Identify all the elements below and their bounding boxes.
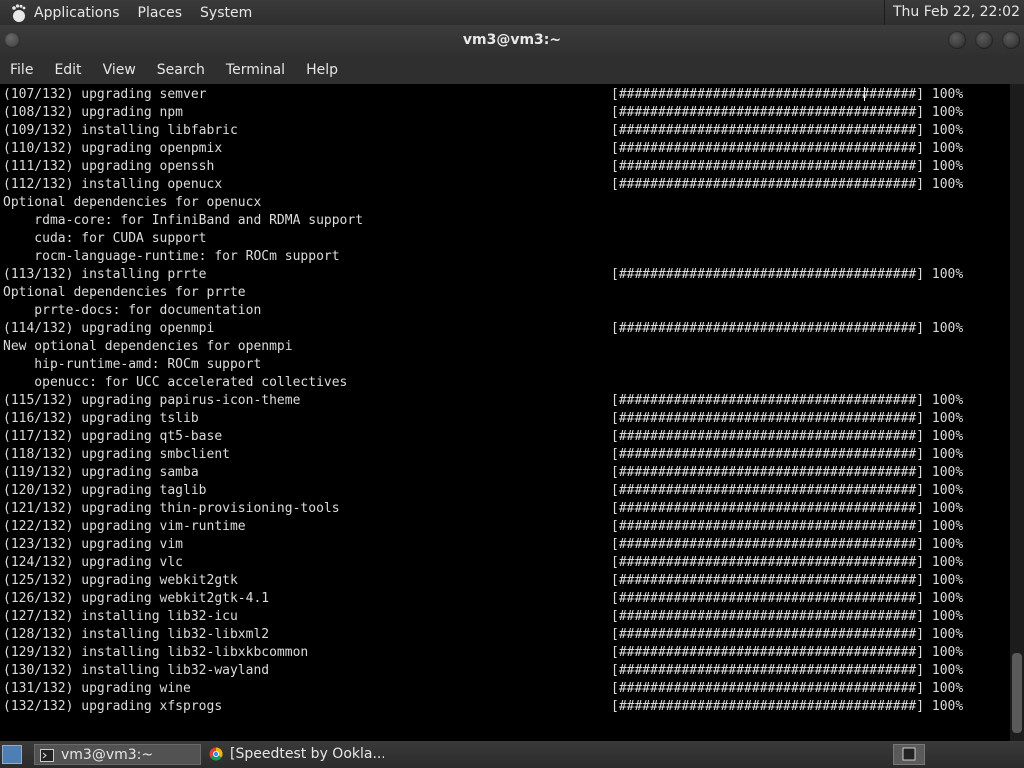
terminal-line: (108/132) upgrading npm [3,105,184,120]
progress-bar-text: [######################################]… [611,267,964,282]
terminal-line: New optional dependencies for openmpi [3,339,293,354]
minimize-button[interactable] [948,31,966,49]
terminal-icon [40,748,54,762]
progress-bar-text: [######################################]… [611,663,964,678]
terminal-line: (110/132) upgrading openpmix [3,141,223,156]
progress-bar-text: [######################################]… [611,591,964,606]
menu-help[interactable]: Help [306,62,338,78]
menu-file[interactable]: File [10,62,33,78]
progress-bar-text: [######################################]… [611,87,964,102]
terminal-line: (107/132) upgrading semver [3,87,207,102]
clock[interactable]: Thu Feb 22, 22:02 [883,0,1020,25]
terminal-line: (116/132) upgrading tslib [3,411,199,426]
bottom-taskbar: vm3@vm3:~ [Speedtest by Ookla... [0,741,1024,768]
window-titlebar[interactable]: vm3@vm3:~ [0,25,1024,55]
terminal-line: (119/132) upgrading samba [3,465,199,480]
task-label: [Speedtest by Ookla... [230,746,384,762]
terminal-line: prrte-docs: for documentation [3,303,262,318]
places-menu[interactable]: Places [138,5,183,21]
menu-view[interactable]: View [103,62,136,78]
task-terminal[interactable]: vm3@vm3:~ [34,744,201,765]
close-button[interactable] [1002,31,1020,49]
terminal-output[interactable]: (107/132) upgrading semver [#############… [0,84,1010,741]
system-menu[interactable]: System [200,5,252,21]
window-title: vm3@vm3:~ [462,32,562,48]
chrome-icon [209,747,223,761]
progress-bar-text: [######################################]… [611,627,964,642]
menu-search[interactable]: Search [157,62,205,78]
terminal-line: (117/132) upgrading qt5-base [3,429,223,444]
task-browser[interactable]: [Speedtest by Ookla... [204,744,384,765]
terminal-line: (122/132) upgrading vim-runtime [3,519,246,534]
terminal-line: (124/132) upgrading vlc [3,555,184,570]
terminal-line: (128/132) installing lib32-libxml2 [3,627,270,642]
terminal-line: (126/132) upgrading webkit2gtk-4.1 [3,591,270,606]
terminal-line: (111/132) upgrading openssh [3,159,215,174]
terminal-line: (112/132) installing openucx [3,177,223,192]
terminal-line: openucc: for UCC accelerated collectives [3,375,348,390]
maximize-button[interactable] [975,31,993,49]
terminal-line: (130/132) installing lib32-wayland [3,663,270,678]
progress-bar-text: [######################################]… [611,429,964,444]
terminal-line: (121/132) upgrading thin-provisioning-to… [3,501,340,516]
progress-bar-text: [######################################]… [611,555,964,570]
terminal-line: (115/132) upgrading papirus-icon-theme [3,393,301,408]
progress-bar-text: [######################################]… [611,447,964,462]
progress-bar-text: [######################################]… [611,465,964,480]
show-desktop-icon[interactable] [2,745,22,764]
progress-bar-text: [######################################]… [611,123,964,138]
progress-bar-text: [######################################]… [611,177,964,192]
terminal-line: rdma-core: for InfiniBand and RDMA suppo… [3,213,364,228]
terminal-line: Optional dependencies for openucx [3,195,262,210]
terminal-line: (132/132) upgrading xfsprogs [3,699,223,714]
terminal-line: (129/132) installing lib32-libxkbcommon [3,645,309,660]
scrollbar-thumb[interactable] [1012,653,1022,733]
terminal-line: Optional dependencies for prrte [3,285,246,300]
applications-menu[interactable]: Applications [34,5,120,21]
task-label: vm3@vm3:~ [61,747,154,763]
progress-bar-text: [######################################]… [611,699,964,714]
progress-bar-text: [######################################]… [611,537,964,552]
menu-edit[interactable]: Edit [54,62,81,78]
progress-bar-text: [######################################]… [611,105,964,120]
terminal-line: (125/132) upgrading webkit2gtk [3,573,238,588]
gnome-foot-icon[interactable] [8,3,28,23]
workspace-switcher-icon[interactable] [893,744,925,765]
progress-bar-text: [######################################]… [611,159,964,174]
terminal-line: cuda: for CUDA support [3,231,207,246]
progress-bar-text: [######################################]… [611,573,964,588]
terminal-menubar: File Edit View Search Terminal Help [0,55,1024,84]
progress-bar-text: [######################################]… [611,501,964,516]
progress-bar-text: [######################################]… [611,393,964,408]
terminal-line: (113/132) installing prrte [3,267,207,282]
progress-bar-text: [######################################]… [611,609,964,624]
terminal-line: (109/132) installing libfabric [3,123,238,138]
progress-bar-text: [######################################]… [611,681,964,696]
progress-bar-text: [######################################]… [611,141,964,156]
terminal-scrollbar[interactable] [1010,84,1024,741]
terminal-line: (131/132) upgrading wine [3,681,191,696]
terminal-line: (123/132) upgrading vim [3,537,184,552]
terminal-line: rocm-language-runtime: for ROCm support [3,249,340,264]
terminal-line: (114/132) upgrading openmpi [3,321,215,336]
terminal-line: (120/132) upgrading taglib [3,483,207,498]
top-panel-menus: Applications Places System [8,0,270,25]
menu-terminal[interactable]: Terminal [226,62,285,78]
terminal-line: (127/132) installing lib32-icu [3,609,238,624]
terminal-line: (118/132) upgrading smbclient [3,447,230,462]
progress-bar-text: [######################################]… [611,483,964,498]
top-panel: Applications Places System Thu Feb 22, 2… [0,0,1024,25]
terminal-line: hip-runtime-amd: ROCm support [3,357,262,372]
progress-bar-text: [######################################]… [611,321,964,336]
progress-bar-text: [######################################]… [611,645,964,660]
progress-bar-text: [######################################]… [611,519,964,534]
progress-bar-text: [######################################]… [611,411,964,426]
